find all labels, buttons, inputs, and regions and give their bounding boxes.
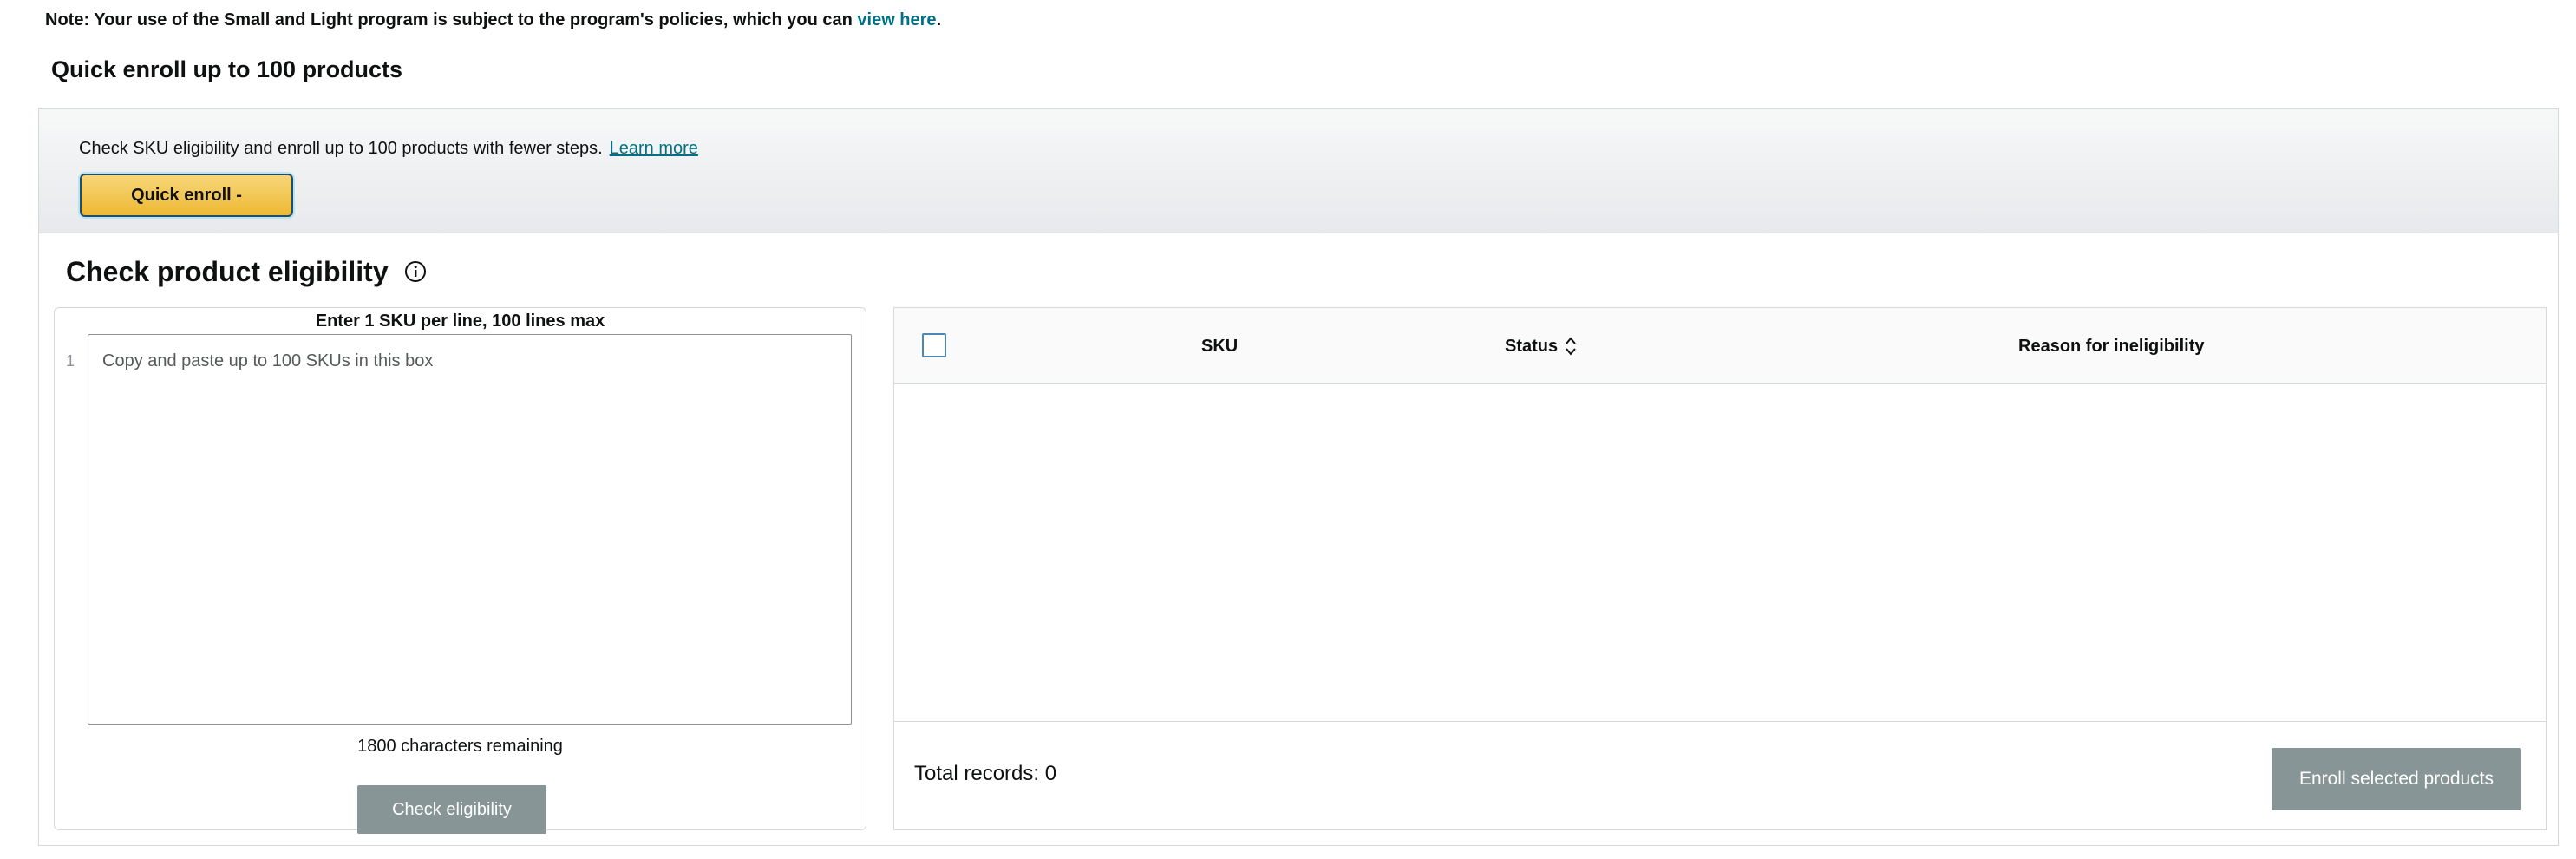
quick-enroll-description: Check SKU eligibility and enroll up to 1…: [79, 139, 603, 158]
quick-enroll-description-row: Check SKU eligibility and enroll up to 1…: [79, 135, 698, 161]
quick-enroll-banner: Check SKU eligibility and enroll up to 1…: [39, 109, 2558, 233]
results-table: SKU Status Reason for ineligibility Tota…: [893, 307, 2547, 830]
sku-input-section: Enter 1 SKU per line, 100 lines max 1 Co…: [54, 307, 866, 834]
column-header-sku: SKU: [1201, 336, 1239, 356]
table-body: [894, 384, 2546, 722]
select-all-checkbox[interactable]: [922, 333, 946, 357]
characters-remaining: 1800 characters remaining: [357, 737, 563, 756]
enroll-selected-button[interactable]: Enroll selected products: [2272, 748, 2521, 810]
quick-enroll-button[interactable]: Quick enroll -: [80, 174, 293, 217]
program-note: Note: Your use of the Small and Light pr…: [45, 7, 941, 33]
column-header-reason: Reason for ineligibility: [2018, 336, 2205, 356]
sku-input-textarea[interactable]: 1 Copy and paste up to 100 SKUs in this …: [66, 334, 852, 725]
check-eligibility-heading: Check product eligibility: [66, 252, 427, 292]
line-number: 1: [66, 352, 75, 370]
view-policies-link[interactable]: view here: [857, 10, 936, 30]
check-eligibility-button[interactable]: Check eligibility: [357, 785, 546, 834]
quick-enroll-title: Quick enroll up to 100 products: [51, 56, 403, 82]
sku-input-placeholder: Copy and paste up to 100 SKUs in this bo…: [102, 351, 434, 370]
check-eligibility-title: Check product eligibility: [66, 256, 389, 287]
note-suffix: .: [936, 10, 942, 30]
note-text: Note: Your use of the Small and Light pr…: [45, 10, 858, 30]
total-records: Total records: 0: [914, 762, 1057, 785]
sku-input-label: Enter 1 SKU per line, 100 lines max: [315, 311, 605, 331]
quick-enroll-panel: Check SKU eligibility and enroll up to 1…: [38, 108, 2559, 846]
column-header-status[interactable]: Status: [1505, 308, 1577, 384]
sort-icon[interactable]: [1565, 335, 1577, 357]
info-icon[interactable]: [404, 260, 427, 283]
column-header-status-label: Status: [1505, 336, 1559, 356]
learn-more-link[interactable]: Learn more: [610, 139, 698, 158]
table-header: SKU Status Reason for ineligibility: [894, 308, 2546, 384]
